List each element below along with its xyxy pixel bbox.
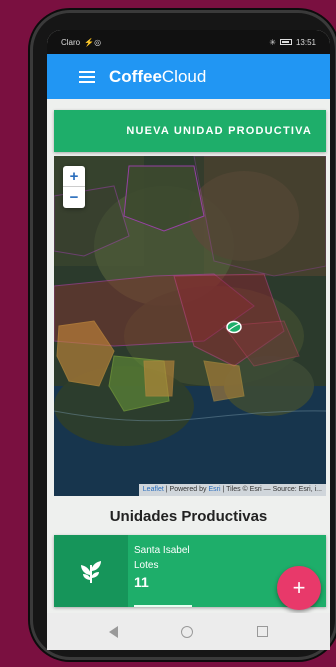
status-bar: Claro ⚡◎ ✳ 13:51 [47, 30, 330, 54]
bluetooth-icon: ✳ [269, 37, 276, 47]
card-body: Santa Isabel Lotes 11 [128, 535, 190, 607]
satellite-map [54, 156, 326, 496]
status-left: Claro ⚡◎ [61, 38, 101, 47]
unit-lots-count: 11 [134, 574, 149, 590]
app-screen: Claro ⚡◎ ✳ 13:51 CoffeeCloud NUEVA UNIDA… [47, 30, 330, 650]
brand-rest: Cloud [161, 66, 207, 86]
card-icon-box [54, 535, 128, 607]
brand-bold: Coffee [109, 66, 162, 86]
unit-name: Santa Isabel [134, 545, 190, 556]
zoom-out-button[interactable]: − [63, 187, 85, 208]
coffee-bean-icon[interactable] [226, 320, 242, 334]
carrier-label: Claro [61, 37, 81, 47]
attr-powered: | Powered by [163, 486, 209, 493]
unit-lots-label: Lotes [134, 560, 159, 571]
units-section-title: Unidades Productivas [109, 508, 268, 525]
nav-back-icon[interactable] [108, 625, 118, 638]
status-right: ✳ 13:51 [269, 38, 316, 47]
hamburger-menu-icon[interactable] [79, 70, 95, 83]
app-brand: CoffeeCloud [109, 67, 206, 87]
attr-rest: | Tiles © Esri — Source: Esri, i... [220, 486, 322, 493]
clock: 13:51 [295, 37, 316, 47]
android-nav-bar [47, 613, 330, 650]
signal-icon: ⚡◎ [84, 37, 102, 47]
map-view[interactable]: + − Leaflet | Powered by Esri | Tiles © … [54, 156, 326, 496]
app-bar: CoffeeCloud [47, 54, 330, 99]
battery-icon [279, 39, 292, 45]
esri-link[interactable]: Esri [208, 486, 220, 493]
leaflet-link[interactable]: Leaflet [143, 486, 164, 493]
map-attribution: Leaflet | Powered by Esri | Tiles © Esri… [138, 484, 326, 496]
new-productive-unit-button[interactable]: NUEVA UNIDAD PRODUCTIVA [54, 110, 326, 152]
zoom-control: + − [63, 166, 85, 208]
nav-recent-icon[interactable] [257, 626, 269, 637]
plant-sprout-icon [81, 561, 101, 583]
zoom-in-button[interactable]: + [63, 166, 85, 187]
add-fab-button[interactable]: + [277, 566, 321, 610]
card-progress-bar [134, 605, 192, 607]
nav-home-icon[interactable] [181, 625, 194, 638]
